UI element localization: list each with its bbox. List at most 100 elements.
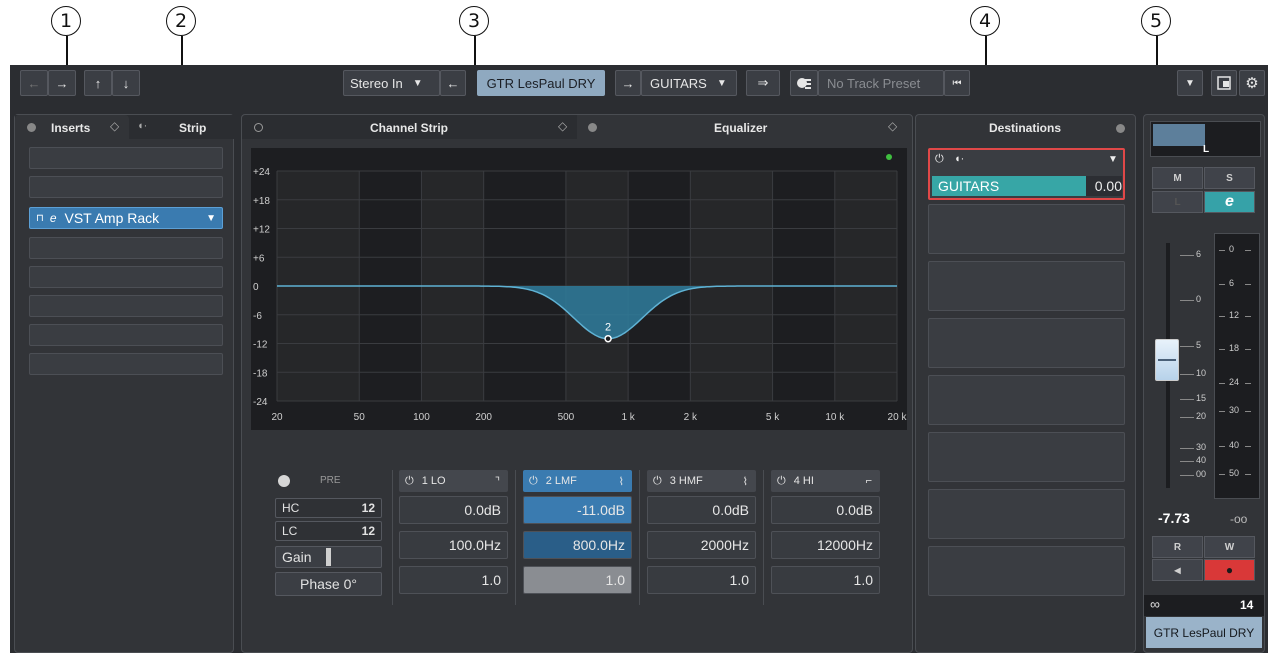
insert-slot[interactable] [29, 176, 223, 198]
channel-strip-bypass-icon[interactable] [254, 123, 263, 132]
insert-slot-active[interactable]: ⊓ e VST Amp Rack ▼ [29, 207, 223, 229]
lc-filter[interactable]: LC 12 [275, 521, 382, 541]
destination-slot[interactable] [928, 318, 1125, 368]
eq-band-header[interactable]: ⏻ 1 LO ⌝ [399, 470, 508, 492]
up-icon[interactable]: ↑ [84, 70, 112, 96]
band-frequency[interactable]: 100.0Hz [399, 531, 508, 559]
destination-name[interactable]: GUITARS [932, 176, 1086, 196]
record-button[interactable]: ● [1204, 559, 1255, 581]
phase-button[interactable]: Phase 0° [275, 572, 382, 596]
eq-band-header[interactable]: ⏻ 4 HI ⌐ [771, 470, 880, 492]
edit-channel-button[interactable]: e [1204, 191, 1255, 213]
destination-slot[interactable] [928, 489, 1125, 539]
band-power-icon[interactable]: ⏻ [405, 475, 414, 488]
diamond-icon[interactable]: ◇ [558, 119, 567, 133]
window-layout-icon[interactable] [1211, 70, 1237, 96]
band-shape-icon[interactable]: ⌝ [495, 475, 500, 488]
preset-rewind-icon[interactable]: ⏮ [944, 70, 970, 96]
strip-bypass-icon[interactable]: ◖· [137, 120, 147, 132]
band-frequency[interactable]: 12000Hz [771, 531, 880, 559]
destination-slot[interactable] [928, 546, 1125, 596]
destinations-bypass-icon[interactable] [1116, 124, 1125, 133]
gain-handle[interactable] [326, 548, 331, 566]
y-tick-label: -6 [253, 311, 262, 322]
band-q[interactable]: 1.0 [523, 566, 632, 594]
insert-slot[interactable] [29, 353, 223, 375]
settings-icon[interactable]: ⚙ [1239, 70, 1265, 96]
band-q[interactable]: 1.0 [647, 566, 756, 594]
track-preset-field[interactable]: No Track Preset [818, 70, 944, 96]
send-level[interactable]: 0.00 [1086, 176, 1122, 196]
band-power-icon[interactable]: ⏻ [529, 475, 538, 488]
band-q[interactable]: 1.0 [399, 566, 508, 594]
diamond-icon[interactable]: ◇ [110, 119, 119, 133]
band-frequency[interactable]: 800.0Hz [523, 531, 632, 559]
monitor-button[interactable]: ◂ [1152, 559, 1203, 581]
eq-curve-display[interactable]: 20 50 100 200 500 1 k2 k5 k 10 k 20 k+24+18+12+… [251, 148, 907, 430]
solo-button[interactable]: S [1204, 167, 1255, 189]
track-preset-icon[interactable] [790, 70, 818, 96]
band-frequency[interactable]: 2000Hz [647, 531, 756, 559]
pre-power-icon[interactable] [278, 475, 290, 487]
fader-handle[interactable] [1155, 339, 1179, 381]
input-routing-select[interactable]: Stereo In ▼ [343, 70, 440, 96]
pan-control[interactable]: L [1150, 121, 1261, 157]
send-prefader-icon[interactable]: ◖· [954, 153, 964, 165]
tab-strip[interactable]: Strip [179, 121, 206, 135]
chevron-down-icon[interactable]: ▼ [206, 213, 216, 224]
band-gain[interactable]: 0.0dB [647, 496, 756, 524]
band-shape-icon[interactable]: ⌇ [619, 475, 624, 488]
write-automation-button[interactable]: W [1204, 536, 1255, 558]
band-power-icon[interactable]: ⏻ [777, 475, 786, 488]
destination-slot[interactable] [928, 204, 1125, 254]
band-gain[interactable]: 0.0dB [771, 496, 880, 524]
insert-slot[interactable] [29, 295, 223, 317]
band-gain[interactable]: -11.0dB [523, 496, 632, 524]
gain-slider[interactable]: Gain [275, 546, 382, 568]
destination-slot[interactable] [928, 375, 1125, 425]
link-icon[interactable]: ∞ [1150, 596, 1160, 612]
channel-fader-panel: L M S L e 6 0 5 10 15 20 30 40 00 0 6 12 18 24 30 40 50… [1143, 114, 1265, 653]
eq-band-header[interactable]: ⏻ 3 HMF ⌇ [647, 470, 756, 492]
plugin-power-icon[interactable]: ⊓ [36, 213, 44, 224]
band-q[interactable]: 1.0 [771, 566, 880, 594]
band-shape-icon[interactable]: ⌇ [743, 475, 748, 488]
output-routing-select[interactable]: GUITARS ▼ [641, 70, 737, 96]
tab-equalizer[interactable]: Equalizer [714, 121, 767, 135]
volume-value[interactable]: -7.73 [1158, 510, 1190, 526]
inserts-bypass-icon[interactable] [27, 123, 36, 132]
destination-slot[interactable] [928, 261, 1125, 311]
meter-tick [1245, 349, 1251, 350]
plugin-edit-icon[interactable]: e [50, 211, 57, 225]
band-power-icon[interactable]: ⏻ [653, 475, 662, 488]
mute-button[interactable]: M [1152, 167, 1203, 189]
insert-slot[interactable] [29, 266, 223, 288]
track-name-display[interactable]: GTR LesPaul DRY [477, 70, 605, 96]
listen-button[interactable]: L [1152, 191, 1203, 213]
destination-send-slot[interactable]: ⏻ ◖· ▼ GUITARS 0.00 [928, 148, 1125, 200]
band-shape-icon[interactable]: ⌐ [866, 475, 872, 487]
x-tick-label: 2 k [684, 412, 698, 423]
destination-slot[interactable] [928, 432, 1125, 482]
forward-icon[interactable]: → [48, 70, 76, 96]
insert-slot[interactable] [29, 324, 223, 346]
insert-slot[interactable] [29, 147, 223, 169]
chevron-down-icon[interactable]: ▼ [1108, 154, 1118, 165]
insert-slot[interactable] [29, 237, 223, 259]
diamond-icon[interactable]: ◇ [888, 119, 897, 133]
dropdown-icon[interactable]: ▼ [1177, 70, 1203, 96]
eq-band-header[interactable]: ⏻ 2 LMF ⌇ [523, 470, 632, 492]
send-power-icon[interactable]: ⏻ [935, 153, 944, 166]
hc-filter[interactable]: HC 12 [275, 498, 382, 518]
read-automation-button[interactable]: R [1152, 536, 1203, 558]
down-icon[interactable]: ↓ [112, 70, 140, 96]
peak-value[interactable]: -oo [1230, 512, 1247, 526]
channel-name[interactable]: GTR LesPaul DRY [1146, 617, 1262, 648]
eq-bypass-icon[interactable] [588, 123, 597, 132]
band-gain[interactable]: 0.0dB [399, 496, 508, 524]
send-routing-icon[interactable]: ⇒ [746, 70, 780, 96]
volume-fader[interactable]: 6 0 5 10 15 20 30 40 00 [1152, 243, 1214, 493]
back-icon[interactable]: ← [20, 70, 48, 96]
input-arrow-icon[interactable]: ← [440, 70, 466, 96]
output-arrow-icon[interactable]: → [615, 70, 641, 96]
